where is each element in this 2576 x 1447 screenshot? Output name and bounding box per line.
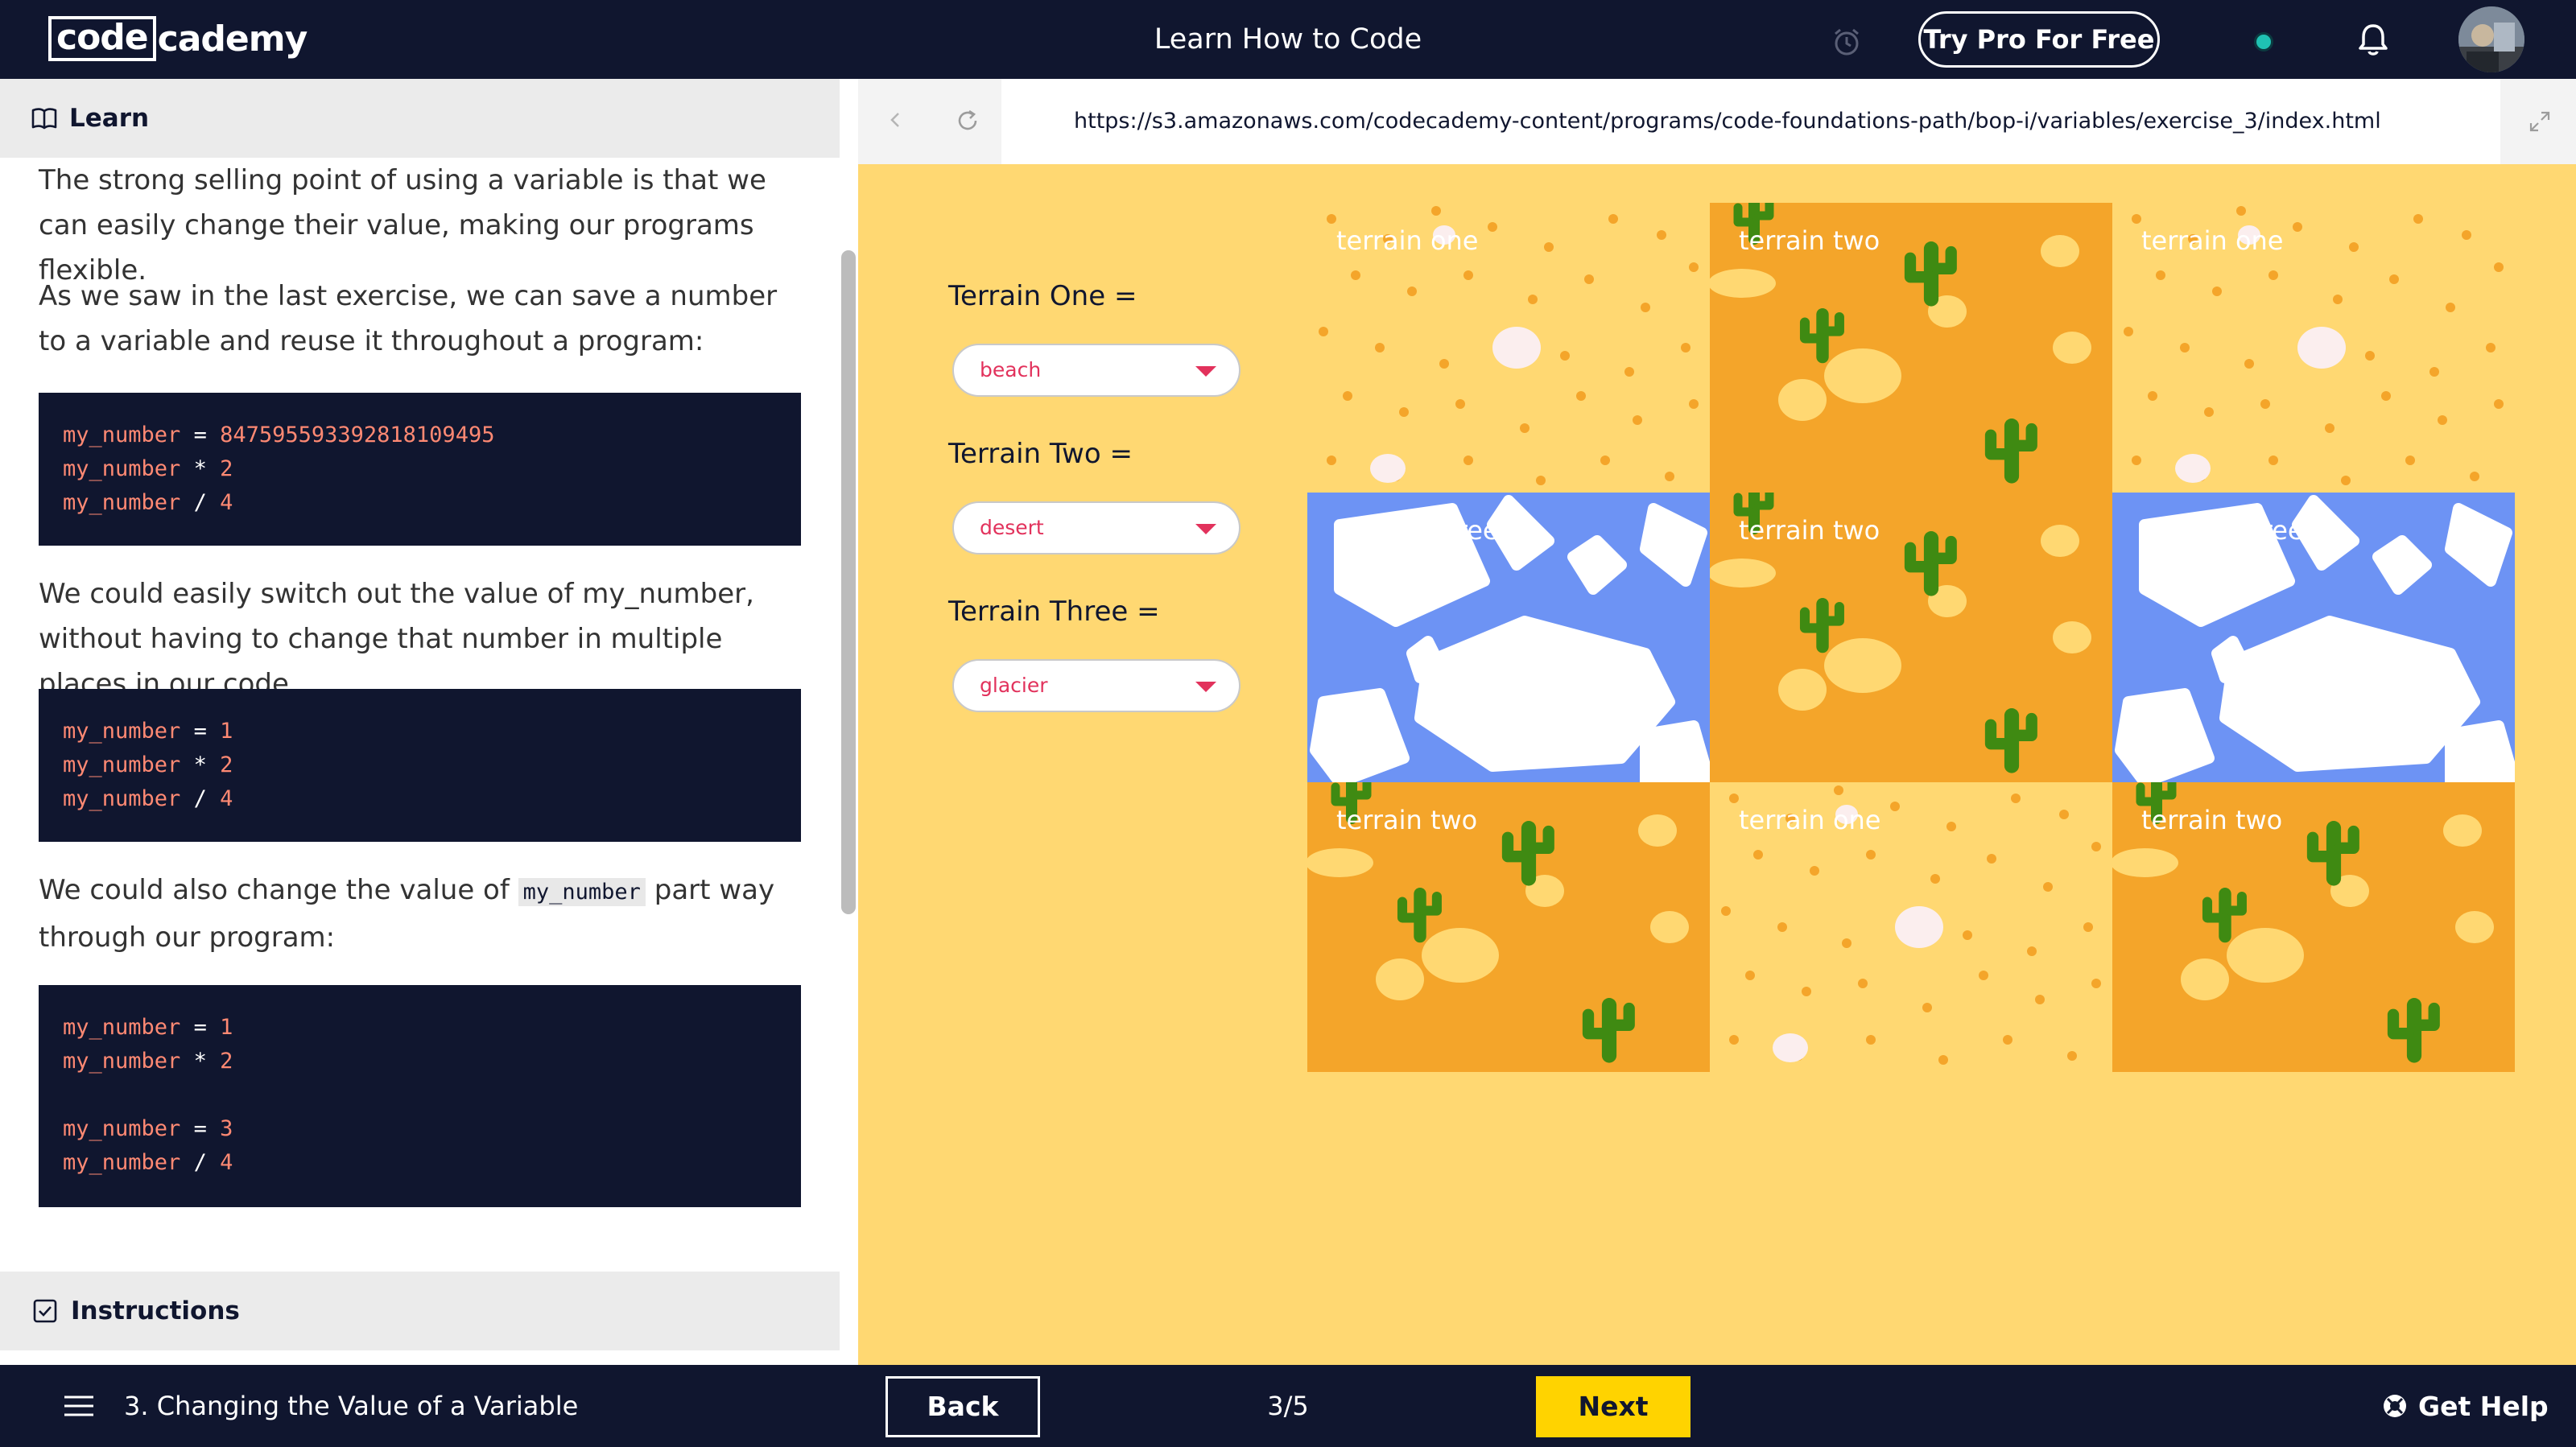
refresh-icon[interactable] bbox=[953, 106, 982, 135]
terrain-tile-desert: terrain two bbox=[1710, 493, 2112, 782]
terrain-tile-label: terrain two bbox=[1739, 515, 1880, 546]
terrain-tile-beach: terrain one bbox=[2112, 203, 2515, 493]
terrain-tile-glacier: terrain three bbox=[2112, 493, 2515, 782]
terrain-tile-label: terrain one bbox=[1336, 225, 1479, 256]
code-block-2: my_number = 1 my_number * 2 my_number / … bbox=[39, 689, 801, 842]
terrain-tile-label: terrain one bbox=[2141, 225, 2284, 256]
lesson-panel: Learn The strong selling point of using … bbox=[0, 79, 858, 1365]
terrain-tile-beach: terrain one bbox=[1307, 203, 1710, 493]
learn-label: Learn bbox=[69, 104, 150, 133]
logo-boxed-text: code bbox=[48, 16, 156, 61]
expand-icon[interactable] bbox=[2528, 109, 2552, 134]
chevron-down-icon bbox=[1195, 366, 1216, 377]
bottom-bar: 3. Changing the Value of a Variable Back… bbox=[0, 1365, 2576, 1447]
terrain-two-label: Terrain Two = bbox=[948, 438, 1133, 470]
lesson-paragraph-3: We could easily switch out the value of … bbox=[39, 578, 754, 700]
code-block-3: my_number = 1 my_number * 2 my_number = … bbox=[39, 985, 801, 1207]
code-line: my_number = 847595593392818109495 bbox=[63, 423, 495, 447]
code-line: my_number / 4 bbox=[63, 786, 233, 811]
lifebuoy-icon bbox=[2384, 1395, 2406, 1417]
chevron-down-icon bbox=[1195, 524, 1216, 534]
terrain-grid: terrain one terrain two terrain one terrain… bbox=[1307, 203, 2515, 1072]
chevron-down-icon bbox=[1195, 682, 1216, 692]
terrain-tile-glacier: terrain three bbox=[1307, 493, 1710, 782]
codecademy-logo[interactable]: code cademy bbox=[48, 14, 308, 63]
hamburger-menu-icon[interactable] bbox=[63, 1394, 95, 1418]
inline-code: my_number bbox=[518, 878, 646, 906]
terrain-one-value: beach bbox=[980, 358, 1042, 381]
lesson-content: The strong selling point of using a vari… bbox=[0, 158, 840, 1349]
lesson-title: 3. Changing the Value of a Variable bbox=[124, 1391, 579, 1421]
logo-rest-text: cademy bbox=[157, 18, 308, 60]
terrain-tile-desert: terrain two bbox=[1710, 203, 2112, 493]
back-button[interactable]: Back bbox=[886, 1376, 1040, 1437]
code-line: my_number = 1 bbox=[63, 719, 233, 744]
code-line: my_number / 4 bbox=[63, 1150, 233, 1175]
get-help-button[interactable]: Get Help bbox=[2381, 1365, 2549, 1447]
terrain-tile-label: terrain three bbox=[2141, 515, 2304, 546]
browser-url-field[interactable]: https://s3.amazonaws.com/codecademy-cont… bbox=[1001, 79, 2500, 164]
course-title: Learn How to Code bbox=[1154, 23, 1422, 56]
progress-counter: 3/5 bbox=[1267, 1391, 1309, 1421]
instructions-label: Instructions bbox=[71, 1297, 240, 1325]
next-button[interactable]: Next bbox=[1536, 1376, 1690, 1437]
terrain-three-value: glacier bbox=[980, 674, 1048, 697]
terrain-tile-beach: terrain one bbox=[1710, 782, 2112, 1072]
code-line: my_number = 1 bbox=[63, 1015, 233, 1040]
code-line: my_number * 2 bbox=[63, 752, 233, 777]
code-block-1: my_number = 847595593392818109495 my_num… bbox=[39, 393, 801, 546]
terrain-tile-label: terrain one bbox=[1739, 805, 1881, 835]
terrain-two-select[interactable]: desert bbox=[952, 501, 1241, 554]
lesson-scrollbar[interactable] bbox=[841, 250, 856, 914]
lesson-paragraph-1: The strong selling point of using a vari… bbox=[39, 164, 766, 287]
terrain-one-select[interactable]: beach bbox=[952, 344, 1241, 397]
terrain-tile-desert: terrain two bbox=[1307, 782, 1710, 1072]
code-line: my_number * 2 bbox=[63, 1049, 233, 1074]
status-indicator-dot bbox=[2254, 32, 2273, 52]
terrain-tile-label: terrain two bbox=[2141, 805, 2283, 835]
checkbox-icon bbox=[33, 1299, 57, 1323]
lesson-paragraph-4: We could also change the value of my_num… bbox=[39, 874, 775, 954]
notification-bell-icon[interactable] bbox=[2355, 21, 2392, 58]
open-book-icon bbox=[31, 108, 57, 130]
lesson-paragraph-2: As we saw in the last exercise, we can s… bbox=[39, 280, 778, 357]
user-avatar[interactable] bbox=[2458, 6, 2524, 72]
terrain-tile-label: terrain two bbox=[1739, 225, 1880, 256]
try-pro-button[interactable]: Try Pro For Free bbox=[1918, 11, 2160, 68]
preview-canvas: Terrain One = beach Terrain Two = desert… bbox=[858, 164, 2576, 1365]
get-help-label: Get Help bbox=[2418, 1390, 2549, 1422]
terrain-tile-desert: terrain two bbox=[2112, 782, 2515, 1072]
code-line: my_number * 2 bbox=[63, 456, 233, 481]
instructions-tab-header[interactable]: Instructions bbox=[0, 1272, 840, 1350]
top-navigation-bar: code cademy Learn How to Code Try Pro For… bbox=[0, 0, 2576, 79]
terrain-tile-label: terrain two bbox=[1336, 805, 1478, 835]
learn-tab-header[interactable]: Learn bbox=[0, 79, 840, 158]
code-line: my_number = 3 bbox=[63, 1116, 233, 1141]
alarm-clock-icon[interactable] bbox=[1831, 26, 1863, 58]
terrain-tile-label: terrain three bbox=[1336, 515, 1499, 546]
terrain-one-label: Terrain One = bbox=[948, 280, 1137, 312]
browser-back-icon[interactable] bbox=[882, 106, 910, 134]
terrain-two-value: desert bbox=[980, 516, 1044, 539]
terrain-three-select[interactable]: glacier bbox=[952, 659, 1241, 712]
code-line: my_number / 4 bbox=[63, 490, 233, 515]
browser-toolbar: https://s3.amazonaws.com/codecademy-cont… bbox=[858, 79, 2576, 164]
terrain-three-label: Terrain Three = bbox=[948, 596, 1160, 628]
